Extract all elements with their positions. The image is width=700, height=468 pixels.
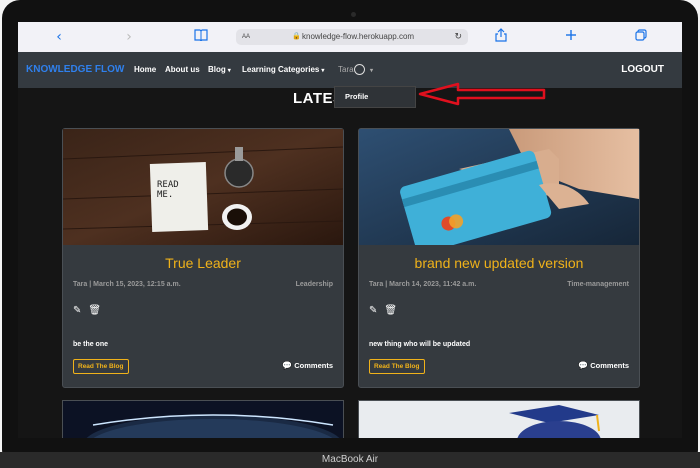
dropdown-item-profile[interactable]: Profile — [345, 92, 368, 101]
nav-categories-label: Learning Categories — [242, 65, 320, 74]
safari-toolbar: ‹ › AA 🔒 knowledge-flow.herokuapp.com ↻ — [18, 22, 682, 53]
blog-title[interactable]: True Leader — [63, 255, 343, 271]
blog-excerpt: be the one — [73, 341, 109, 348]
nav-blog[interactable]: Blog ▾ — [208, 65, 231, 74]
lock-icon: 🔒 — [292, 33, 301, 40]
screen: ‹ › AA 🔒 knowledge-flow.herokuapp.com ↻ … — [18, 22, 682, 438]
forward-icon[interactable]: › — [120, 28, 138, 46]
blog-card: brand new updated version Tara | March 1… — [358, 128, 640, 388]
device-label: MacBook Air — [321, 454, 379, 465]
red-arrow-annotation — [418, 82, 546, 106]
blog-actions: ✎ 🗑 — [73, 305, 108, 316]
comments-label: Comments — [590, 361, 629, 370]
blog-category[interactable]: Leadership — [296, 281, 333, 288]
blog-card: READ ME. True Leader Tara | March 15, 20… — [62, 128, 344, 388]
trash-icon[interactable]: 🗑 — [384, 305, 397, 316]
share-icon[interactable] — [492, 28, 510, 46]
comments-link[interactable]: 💬 Comments — [282, 361, 333, 370]
comment-icon: 💬 — [282, 361, 293, 370]
blog-category[interactable]: Time-management — [567, 281, 629, 288]
nav-categories[interactable]: Learning Categories ▾ — [242, 65, 324, 74]
svg-text:READ: READ — [157, 180, 179, 190]
trash-icon[interactable]: 🗑 — [88, 305, 101, 316]
edit-icon[interactable]: ✎ — [73, 305, 81, 316]
chevron-down-icon: ▾ — [227, 68, 231, 74]
comments-label: Comments — [294, 361, 333, 370]
brand-logo[interactable]: KNOWLEDGE FLOW — [26, 64, 124, 75]
edit-icon[interactable]: ✎ — [369, 305, 377, 316]
blog-actions: ✎ 🗑 — [369, 305, 404, 316]
blog-card-image-partial — [62, 400, 344, 438]
read-blog-button[interactable]: Read The Blog — [369, 359, 425, 374]
blog-excerpt: new thing who will be updated — [369, 341, 471, 348]
user-dropdown-menu: Profile — [334, 86, 416, 108]
blog-meta: Tara | March 15, 2023, 12:15 a.m. — [73, 281, 181, 288]
bookmarks-icon[interactable] — [192, 28, 210, 46]
nav-user[interactable]: Tara — [338, 65, 354, 74]
svg-text:ME.: ME. — [157, 190, 173, 200]
nav-home[interactable]: Home — [134, 65, 156, 74]
back-icon[interactable]: ‹ — [50, 28, 68, 46]
comments-link[interactable]: 💬 Comments — [578, 361, 629, 370]
blog-card-image-partial — [358, 400, 640, 438]
chevron-down-icon[interactable]: ▾ — [368, 65, 373, 74]
tabs-overview-icon[interactable] — [632, 28, 650, 46]
comment-icon: 💬 — [578, 361, 589, 370]
user-avatar-icon[interactable] — [354, 64, 365, 75]
address-bar[interactable]: AA 🔒 knowledge-flow.herokuapp.com ↻ — [236, 29, 468, 45]
chevron-down-icon: ▾ — [321, 68, 325, 74]
reader-aa[interactable]: AA — [242, 29, 250, 45]
read-blog-button[interactable]: Read The Blog — [73, 359, 129, 374]
logout-link[interactable]: LOGOUT — [621, 64, 664, 75]
blog-meta: Tara | March 14, 2023, 11:42 a.m. — [369, 281, 477, 288]
nav-about[interactable]: About us — [165, 65, 200, 74]
camera — [351, 12, 356, 17]
site-navbar: KNOWLEDGE FLOW Home About us Blog ▾ Learn… — [18, 52, 682, 88]
nav-blog-label: Blog — [208, 65, 226, 74]
url-text: knowledge-flow.herokuapp.com — [302, 32, 415, 41]
blog-title[interactable]: brand new updated version — [359, 255, 639, 271]
reload-icon[interactable]: ↻ — [454, 29, 462, 45]
blog-image — [359, 129, 639, 245]
new-tab-icon[interactable] — [562, 28, 580, 46]
blog-image: READ ME. — [63, 129, 343, 245]
